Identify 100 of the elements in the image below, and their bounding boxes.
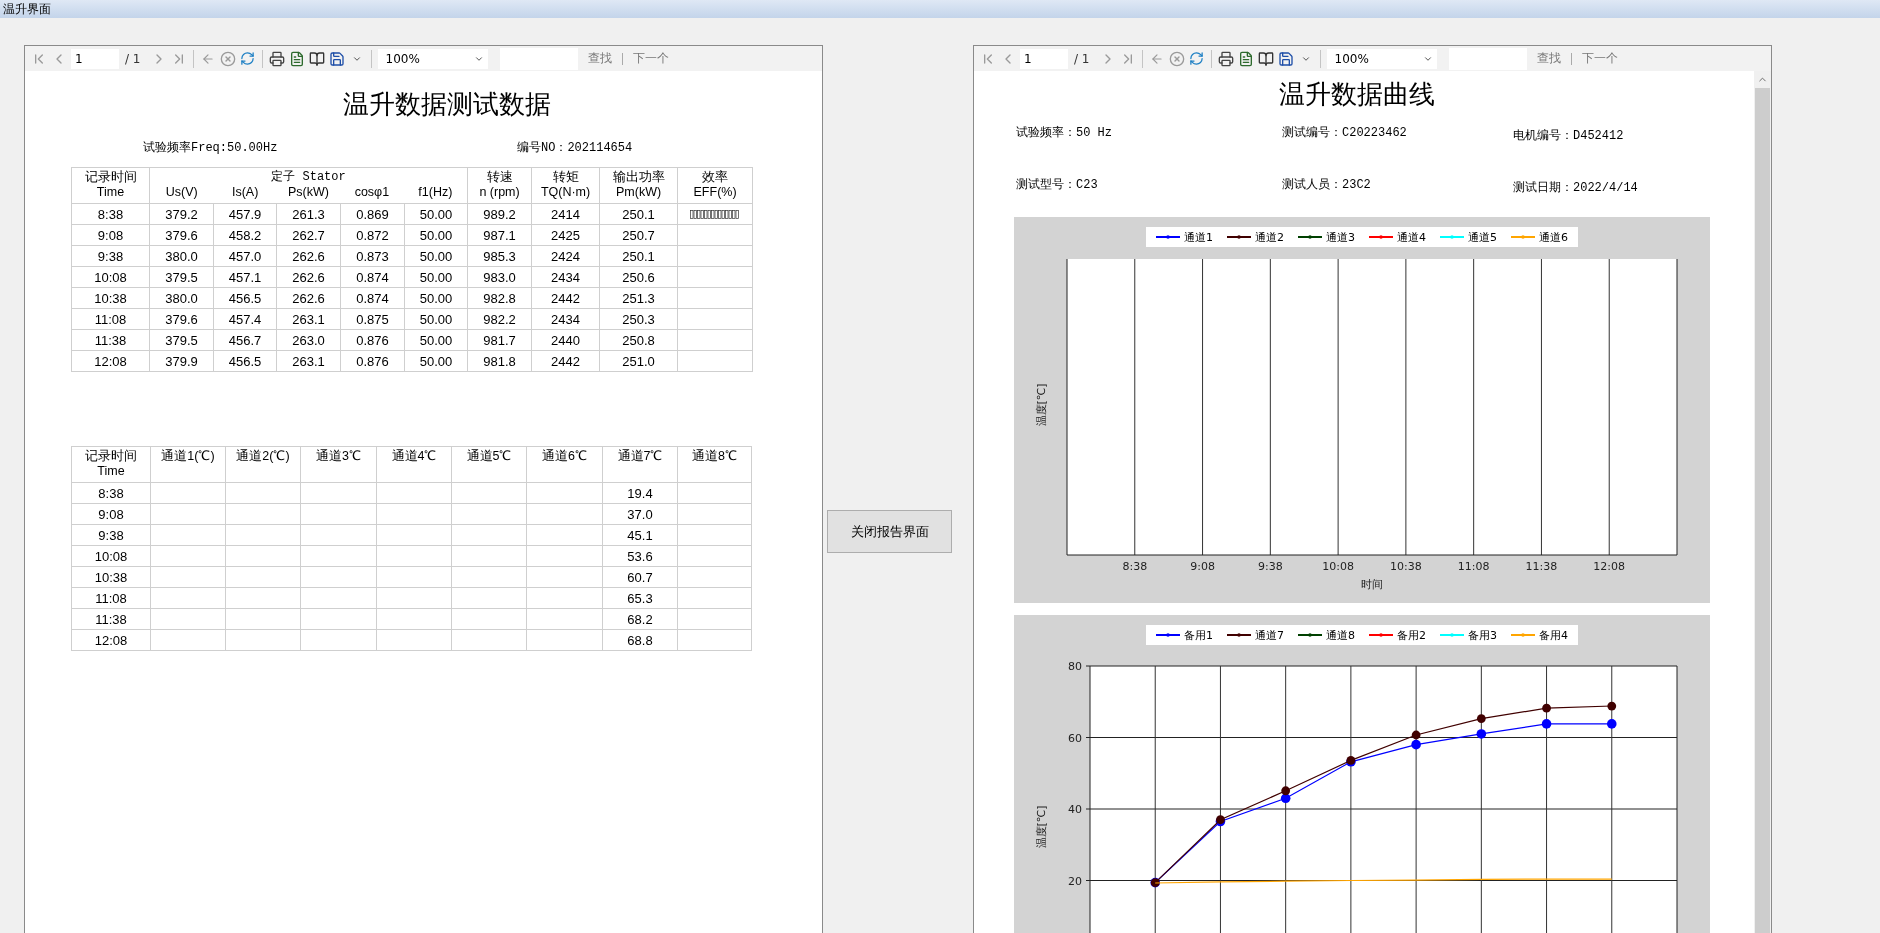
legend-label: 备用1 <box>1184 627 1213 643</box>
table-cell: 262.6 <box>276 245 341 267</box>
x-axis-title: 时间 <box>1361 578 1383 591</box>
point <box>1476 714 1486 723</box>
y-axis-title: 温度[℃] <box>1035 805 1048 849</box>
legend-label: 备用2 <box>1397 627 1426 643</box>
x-tick-label: 11:08 <box>1457 560 1490 573</box>
header-label: 通道5℃ <box>465 449 513 464</box>
y-tick-label: 60 <box>1068 731 1082 745</box>
point <box>1476 729 1487 739</box>
header-label: 通道3℃ <box>315 449 362 464</box>
table-cell: 12:08 <box>71 629 151 651</box>
header-label: 通道6℃ <box>541 449 588 464</box>
table-cell: 2434 <box>531 266 600 288</box>
y-axis-title: 温度[℃] <box>1035 383 1048 427</box>
frequency-text: 试验频率Freq:50.00Hz <box>143 140 279 157</box>
table-cell: 68.2 <box>602 608 678 630</box>
table-cell: 457.4 <box>213 308 277 330</box>
header-label: TQ(N·m) <box>539 185 592 200</box>
header-label: 转矩 <box>551 170 580 185</box>
table-cell: 250.8 <box>599 329 678 351</box>
table-cell: 50.00 <box>404 266 468 288</box>
table-cell: 458.2 <box>213 224 277 246</box>
table-cell: 2442 <box>531 287 600 309</box>
zoom-select[interactable]: 100% <box>377 48 488 69</box>
table-cell: 379.6 <box>149 224 214 246</box>
table-cell: 8:38 <box>71 482 151 504</box>
table-cell: 989.2 <box>467 203 532 225</box>
table-cell: 10:38 <box>71 566 151 588</box>
table-cell: 10:08 <box>71 545 151 567</box>
header-label: EFF(%) <box>692 185 738 200</box>
legend-label: 通道2 <box>1255 229 1284 245</box>
table-cell: 10:38 <box>71 287 150 309</box>
y-tick-label: 20 <box>1068 874 1082 888</box>
table-cell: 2414 <box>531 203 600 225</box>
close-report-button[interactable]: 关闭报告界面 <box>827 510 952 553</box>
point <box>1607 701 1617 711</box>
info-text: 测试编号：C20223462 <box>1282 125 1408 142</box>
table-cell: 0.874 <box>340 287 405 309</box>
find-next-button[interactable]: 下一个 <box>626 50 675 67</box>
info-text: 试验频率：50 Hz <box>1016 125 1113 142</box>
table-cell: 12:08 <box>71 350 150 372</box>
table-cell: 457.0 <box>213 245 277 267</box>
table-cell: 987.1 <box>467 224 532 246</box>
point <box>1281 786 1291 796</box>
find-button[interactable]: 查找 <box>581 50 618 67</box>
table-cell: 263.0 <box>276 329 341 351</box>
x-tick-label: 12:08 <box>1593 560 1626 573</box>
find-button[interactable]: 查找 <box>1530 50 1567 67</box>
table-cell: 0.873 <box>340 245 405 267</box>
header-label: Pm(kW) <box>615 185 663 200</box>
legend-label: 通道4 <box>1397 229 1426 245</box>
table-cell: 60.7 <box>602 566 678 588</box>
table-cell: 250.3 <box>599 308 678 330</box>
table-cell: 10:08 <box>71 266 150 288</box>
zoom-select[interactable]: 100% <box>1326 48 1437 69</box>
table-cell: 50.00 <box>404 203 468 225</box>
point <box>1541 719 1552 729</box>
table-cell: 981.7 <box>467 329 532 351</box>
point <box>1606 719 1617 729</box>
header-label: Us(V) <box>164 185 199 200</box>
table-cell: 68.8 <box>602 629 678 651</box>
page-field[interactable]: 1 <box>71 48 119 69</box>
table-cell: 456.7 <box>213 329 277 351</box>
table-cell: 0.875 <box>340 308 405 330</box>
header-label: 定子 Stator <box>270 170 347 185</box>
table-cell: 65.3 <box>602 587 678 609</box>
table-cell: 380.0 <box>149 287 214 309</box>
table-cell: 9:08 <box>71 503 151 525</box>
info-text: 测试日期：2022/4/14 <box>1513 180 1639 197</box>
table-cell: 45.1 <box>602 524 678 546</box>
table-cell: 50.00 <box>404 308 468 330</box>
table-cell: 263.1 <box>276 350 341 372</box>
table-cell: 9:38 <box>71 245 150 267</box>
legend-label: 通道7 <box>1255 627 1284 643</box>
table-cell: 262.6 <box>276 287 341 309</box>
x-tick-label: 10:38 <box>1390 560 1422 573</box>
table-cell: 456.5 <box>213 350 277 372</box>
table-cell: 0.872 <box>340 224 405 246</box>
info-text: 测试人员：23C2 <box>1282 177 1372 194</box>
table-cell: 983.0 <box>467 266 532 288</box>
y-tick-label: 40 <box>1068 803 1082 816</box>
header-label: f1(Hz) <box>417 185 454 200</box>
table-cell: 456.5 <box>213 287 277 309</box>
table-cell: 11:08 <box>71 308 150 330</box>
table-cell: 11:38 <box>71 329 150 351</box>
table-cell: 0.876 <box>340 350 405 372</box>
header-label: Is(A) <box>230 185 260 200</box>
legend-label: 通道3 <box>1326 229 1355 245</box>
x-tick-label: 9:38 <box>1258 560 1283 573</box>
table-cell: 2424 <box>531 245 600 267</box>
header-label: n (rpm) <box>478 185 521 200</box>
table-cell: 251.3 <box>599 287 678 309</box>
table-cell: 2434 <box>531 308 600 330</box>
header-label: 通道1(℃) <box>160 449 216 464</box>
header-label: 通道2(℃) <box>235 449 291 464</box>
page-field[interactable]: 1 <box>1020 48 1068 69</box>
legend-label: 通道1 <box>1184 229 1213 245</box>
find-next-button[interactable]: 下一个 <box>1575 50 1624 67</box>
table-cell: 50.00 <box>404 350 468 372</box>
